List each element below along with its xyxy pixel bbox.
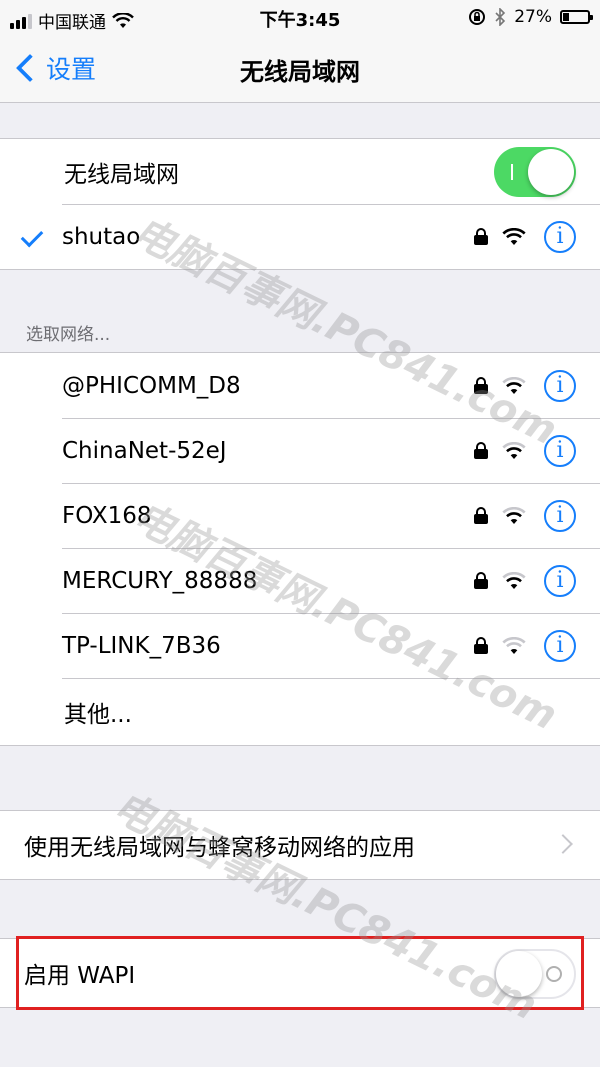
battery-icon xyxy=(560,10,593,24)
wifi-signal-icon xyxy=(502,636,526,654)
lock-icon xyxy=(474,377,488,394)
network-row[interactable]: MERCURY_88888 i xyxy=(0,548,600,613)
network-name: @PHICOMM_D8 xyxy=(62,372,241,399)
info-button[interactable]: i xyxy=(544,564,576,597)
wifi-signal-icon xyxy=(502,506,526,524)
toggle-knob xyxy=(528,149,574,195)
info-button[interactable]: i xyxy=(544,220,576,253)
networks-group: @PHICOMM_D8 i ChinaNet-52eJ i FOX168 i M… xyxy=(0,352,600,746)
lock-icon xyxy=(474,228,488,245)
battery-percent: 27% xyxy=(514,7,552,27)
wifi-signal-icon xyxy=(502,227,526,245)
info-button[interactable]: i xyxy=(544,499,576,532)
network-row[interactable]: FOX168 i xyxy=(0,483,600,548)
bluetooth-icon xyxy=(495,8,506,26)
wifi-toggle-row: 无线局域网 xyxy=(0,139,600,204)
other-network-row[interactable]: 其他... xyxy=(0,678,600,745)
network-name: FOX168 xyxy=(62,502,152,529)
network-name: shutao xyxy=(62,223,141,250)
page-title: 无线局域网 xyxy=(240,58,360,86)
status-bar: 中国联通 下午3:45 27% xyxy=(0,0,600,36)
apps-label: 使用无线局域网与蜂窝移动网络的应用 xyxy=(24,835,415,861)
highlight-box xyxy=(16,936,584,1010)
wifi-signal-icon xyxy=(502,441,526,459)
network-name: TP-LINK_7B36 xyxy=(62,632,221,659)
nav-bar: 设置 无线局域网 xyxy=(0,36,600,103)
wifi-signal-icon xyxy=(502,571,526,589)
info-button[interactable]: i xyxy=(544,434,576,467)
checkmark-icon xyxy=(20,224,44,248)
orientation-lock-icon xyxy=(469,9,486,25)
lock-icon xyxy=(474,572,488,589)
lock-icon xyxy=(474,637,488,654)
network-row[interactable]: @PHICOMM_D8 i xyxy=(0,353,600,418)
network-row[interactable]: ChinaNet-52eJ i xyxy=(0,418,600,483)
apps-group: 使用无线局域网与蜂窝移动网络的应用 xyxy=(0,810,600,880)
lock-icon xyxy=(474,442,488,459)
network-name: MERCURY_88888 xyxy=(62,567,258,594)
wifi-toggle-label: 无线局域网 xyxy=(64,161,179,188)
wifi-group: 无线局域网 shutao i xyxy=(0,138,600,270)
connected-network-row[interactable]: shutao i xyxy=(0,204,600,269)
network-row[interactable]: TP-LINK_7B36 i xyxy=(0,613,600,678)
info-button[interactable]: i xyxy=(544,629,576,662)
lock-icon xyxy=(474,507,488,524)
other-label: 其他... xyxy=(64,701,132,728)
wifi-toggle[interactable] xyxy=(494,147,576,197)
section-header: 选取网络... xyxy=(26,325,111,345)
status-right: 27% xyxy=(468,7,593,27)
apps-row[interactable]: 使用无线局域网与蜂窝移动网络的应用 xyxy=(0,811,600,879)
toggle-on-indicator xyxy=(511,164,513,180)
info-button[interactable]: i xyxy=(544,369,576,402)
wifi-signal-icon xyxy=(502,376,526,394)
network-name: ChinaNet-52eJ xyxy=(62,437,227,464)
chevron-right-icon xyxy=(553,834,573,854)
